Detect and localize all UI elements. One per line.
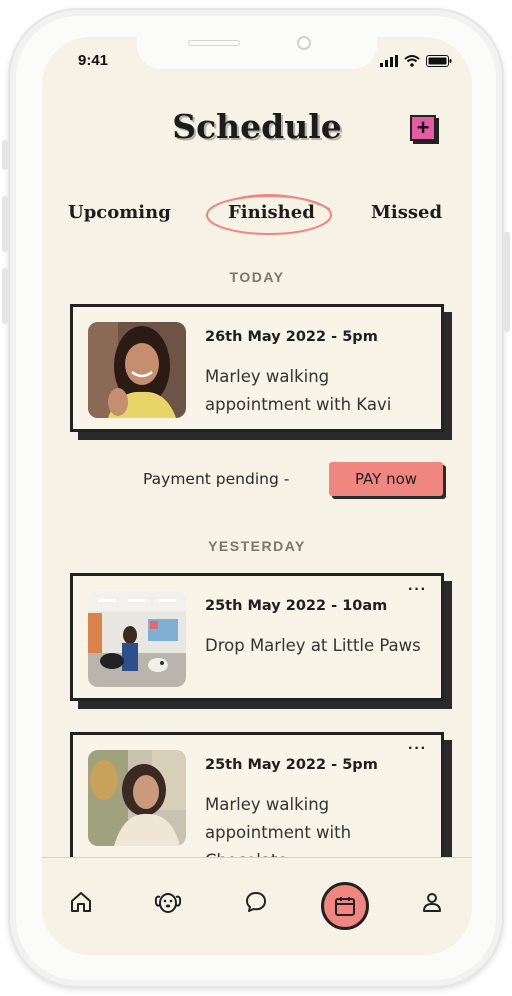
- profile-icon[interactable]: [418, 888, 446, 916]
- schedule-tabs: Upcoming Finished Missed: [42, 202, 472, 232]
- status-time: 9:41: [78, 52, 109, 69]
- pay-now-button[interactable]: PAY now: [329, 462, 443, 496]
- tab-missed[interactable]: Missed: [371, 202, 442, 223]
- add-appointment-button[interactable]: +: [410, 115, 436, 141]
- wifi-icon: [404, 55, 420, 67]
- payment-row: Payment pending - PAY now: [42, 460, 472, 500]
- front-camera: [297, 36, 311, 50]
- appointment-card[interactable]: 26th May 2022 - 5pm Marley walking appoi…: [70, 304, 452, 442]
- tab-finished[interactable]: Finished: [228, 202, 315, 223]
- signal-icon: [380, 55, 398, 67]
- battery-icon: [426, 55, 452, 67]
- home-icon[interactable]: [67, 888, 95, 916]
- appointment-description: Marley walking appointment with Kavi: [205, 367, 392, 414]
- card-body: 25th May 2022 - 5pm Marley walking appoi…: [70, 732, 444, 870]
- appointment-photo: [88, 750, 186, 846]
- speaker-grille: [188, 40, 240, 46]
- chat-icon[interactable]: [242, 888, 270, 916]
- plus-icon: +: [416, 115, 430, 140]
- tab-upcoming[interactable]: Upcoming: [68, 202, 171, 223]
- appointment-date: 25th May 2022 - 10am: [205, 598, 388, 614]
- card-body: 25th May 2022 - 10am Drop Marley at Litt…: [70, 573, 444, 701]
- volume-down-button: [2, 268, 8, 324]
- appointment-photo: [88, 591, 186, 687]
- payment-status: Payment pending -: [143, 470, 290, 488]
- page-title: Schedule: [172, 107, 342, 146]
- dog-icon[interactable]: [154, 888, 182, 916]
- bottom-tab-bar: [42, 857, 472, 955]
- mute-switch: [2, 140, 8, 170]
- more-options-icon[interactable]: ···: [408, 581, 427, 599]
- power-button: [504, 232, 510, 332]
- section-label-today: TODAY: [229, 269, 285, 285]
- calendar-icon[interactable]: [321, 882, 369, 930]
- appointment-date: 25th May 2022 - 5pm: [205, 757, 378, 773]
- appointment-card[interactable]: 25th May 2022 - 10am Drop Marley at Litt…: [70, 573, 452, 711]
- status-icons: [380, 55, 452, 67]
- card-body: 26th May 2022 - 5pm Marley walking appoi…: [70, 304, 444, 432]
- section-label-yesterday: YESTERDAY: [208, 538, 306, 554]
- appointment-card[interactable]: 25th May 2022 - 5pm Marley walking appoi…: [70, 732, 452, 870]
- more-options-icon[interactable]: ···: [408, 740, 427, 758]
- app-screen: 9:41 Schedule + Upcoming Finished Missed…: [42, 37, 472, 955]
- appointment-photo: [88, 322, 186, 418]
- appointment-date: 26th May 2022 - 5pm: [205, 329, 378, 345]
- appointment-description: Drop Marley at Little Paws: [205, 636, 421, 655]
- volume-up-button: [2, 196, 8, 252]
- notch: [137, 37, 377, 69]
